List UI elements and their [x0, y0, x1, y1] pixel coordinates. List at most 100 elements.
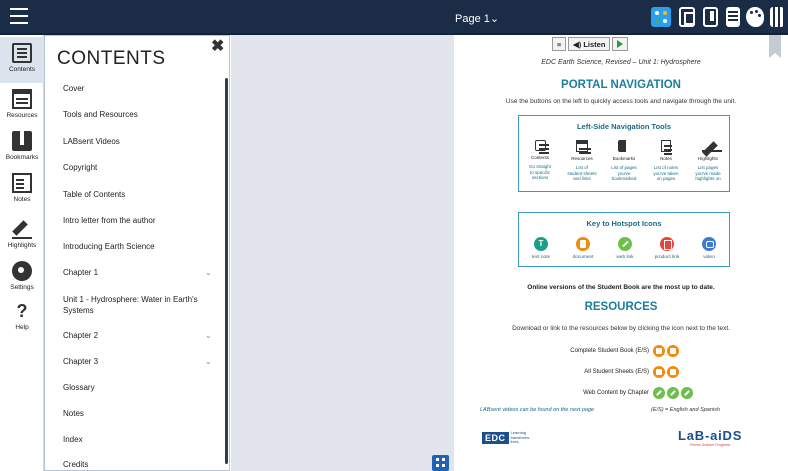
toc-item[interactable]: Intro letter from the author [63, 216, 223, 225]
hotspot-key-product-link: product link [647, 237, 687, 260]
rail-item-settings[interactable]: Settings [0, 257, 44, 291]
copy-icon[interactable] [679, 7, 695, 27]
edc-logo-mark: EDC [482, 431, 509, 444]
rail-item-bookmarks[interactable]: Bookmarks [0, 127, 44, 161]
listen-toolbar: ≡ ◀) Listen [552, 37, 629, 51]
chevron-down-icon[interactable]: ⌄ [205, 268, 212, 277]
hotspot-key-document: document [563, 237, 603, 260]
resources-text: Download or link to the resources below … [512, 325, 730, 332]
toc-item-label: Chapter 3 [63, 357, 99, 366]
document-icon[interactable] [703, 7, 718, 27]
hotspot-key-label: document [572, 255, 594, 260]
resource-label: Complete Student Book (E/S) [570, 348, 649, 354]
highlighter-icon [702, 140, 722, 152]
notes-icon [661, 140, 672, 152]
chevron-down-icon[interactable]: ⌄ [205, 331, 212, 340]
hamburger-menu-icon[interactable] [10, 8, 28, 24]
document-icon[interactable] [653, 345, 665, 357]
notes-icon [12, 173, 32, 193]
rail-item-highlights[interactable]: Highlights [0, 215, 44, 249]
highlighter-icon [12, 219, 32, 239]
web-link-icon[interactable] [667, 387, 679, 399]
rail-item-contents[interactable]: Contents [0, 37, 44, 83]
toc-item[interactable]: Table of Contents [63, 190, 223, 199]
toc-item[interactable]: Index [63, 435, 223, 444]
toc-item[interactable]: Copyright [63, 163, 223, 172]
nav-tools-box: Left-Side Navigation Tools Contents Go s… [518, 115, 730, 192]
toc-item-label: Chapter 2 [63, 331, 99, 340]
toc-item-chapter-2[interactable]: Chapter 2 ⌄ [63, 331, 223, 340]
portal-text: Use the buttons on the left to quickly a… [505, 98, 737, 105]
nav-tool-name: Resources [571, 156, 593, 161]
top-toolbar: Page 1⌄ [0, 0, 788, 35]
toc-item[interactable]: Introducing Earth Science [63, 242, 223, 251]
online-note: Online versions of the Student Book are … [527, 284, 715, 291]
resource-label: Web Content by Chapter [583, 390, 649, 396]
toc-item[interactable]: Glossary [63, 383, 223, 392]
toc-item[interactable]: Cover [63, 84, 223, 93]
close-icon[interactable]: ✖ [211, 36, 224, 56]
toc-item[interactable]: Notes [63, 409, 223, 418]
toc-item-label: Chapter 1 [63, 268, 99, 277]
rail-item-resources[interactable]: Resources [0, 85, 44, 119]
book-page: ≡ ◀) Listen EDC Earth Science, Revised –… [454, 35, 788, 471]
resource-row: Web Content by Chapter [544, 387, 784, 399]
toc-item[interactable]: LABsent Videos [63, 137, 223, 146]
grid-view-icon[interactable] [432, 455, 449, 471]
resource-label: All Student Sheets (E/S) [584, 369, 649, 375]
note-icon[interactable] [726, 7, 740, 27]
rail-item-label: Settings [10, 284, 34, 291]
contents-panel: CONTENTS ✖ Cover Tools and Resources LAB… [44, 35, 230, 471]
resource-row: Complete Student Book (E/S) [544, 345, 784, 357]
document-icon[interactable] [667, 366, 679, 378]
lab-aids-logo: LaB-aiDS Proven Science Programs [678, 428, 742, 447]
rail-item-label: Contents [8, 66, 36, 73]
toolbar-icon-group [651, 7, 784, 27]
rail-item-label: Help [15, 324, 29, 331]
bookmark-ribbon-icon[interactable] [769, 35, 781, 58]
nav-tool-desc: List of pages you've bookmarked [611, 165, 637, 181]
hotspot-key-web-link: web link [605, 237, 645, 260]
rail-item-help[interactable]: ? Help [0, 299, 44, 331]
rail-item-label: Highlights [7, 242, 37, 249]
document-icon[interactable] [667, 345, 679, 357]
play-icon[interactable] [612, 37, 629, 51]
rail-item-label: Bookmarks [5, 154, 39, 161]
rail-item-label: Notes [13, 196, 31, 203]
contents-icon [534, 140, 549, 151]
lab-aids-logo-tagline: Proven Science Programs [689, 443, 731, 447]
contents-icon [12, 43, 32, 63]
help-icon: ? [16, 301, 28, 321]
nav-tools-title: Left-Side Navigation Tools [576, 122, 672, 131]
web-link-icon [618, 237, 632, 251]
chevron-down-icon[interactable]: ⌄ [205, 357, 212, 366]
toc-item-chapter-1[interactable]: Chapter 1 ⌄ [63, 268, 223, 277]
web-link-icon[interactable] [653, 387, 665, 399]
menu-icon[interactable]: ≡ [552, 37, 566, 51]
palette-icon[interactable] [746, 7, 764, 27]
toc-item[interactable]: Unit 1 - Hydrosphere: Water in Earth's S… [63, 294, 223, 316]
library-icon[interactable] [770, 7, 784, 27]
nav-tool-name: Contents [530, 155, 549, 160]
toc-item[interactable]: Credits [63, 460, 223, 469]
gear-icon [12, 261, 32, 281]
hotspot-key-label: web link [616, 255, 634, 260]
hotspot-toggle-icon[interactable] [651, 7, 671, 27]
nav-tool-name: Bookmarks [612, 156, 636, 161]
labsent-footnote: LABsent videos can be found on the next … [480, 407, 595, 413]
rail-item-notes[interactable]: Notes [0, 169, 44, 203]
document-icon[interactable] [653, 366, 665, 378]
text-note-icon [534, 237, 548, 251]
toc-item[interactable]: Tools and Resources [63, 110, 223, 119]
page-selector[interactable]: Page 1⌄ [455, 12, 499, 25]
nav-tool-name: Notes [660, 156, 672, 161]
bookmark-icon [618, 140, 630, 154]
listen-button[interactable]: ◀) Listen [568, 37, 611, 51]
web-link-icon[interactable] [681, 387, 693, 399]
rail-item-label: Resources [6, 112, 38, 119]
toc-item-chapter-3[interactable]: Chapter 3 ⌄ [63, 357, 223, 366]
nav-tool-bookmarks: Bookmarks List of pages you've bookmarked [603, 140, 645, 182]
resources-heading: RESOURCES [584, 301, 658, 313]
contents-scrollbar[interactable] [225, 78, 228, 464]
page-subtitle: EDC Earth Science, Revised – Unit 1: Hyd… [541, 59, 701, 66]
